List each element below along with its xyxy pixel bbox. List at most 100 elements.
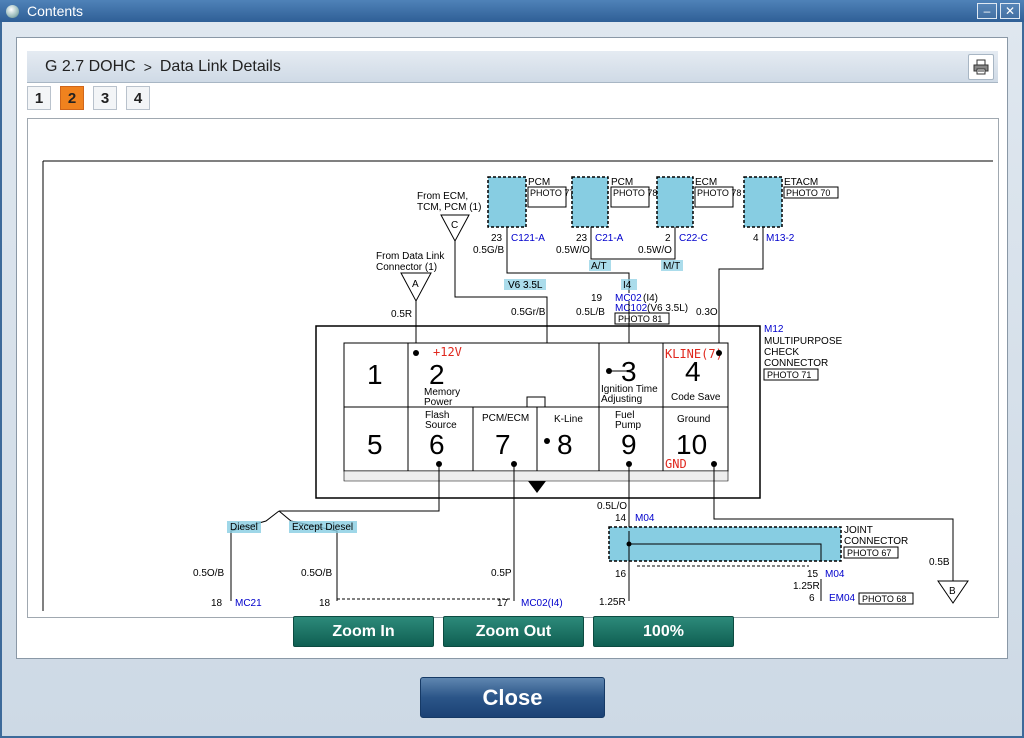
pin-9: 9: [621, 429, 637, 460]
wire-label: 0.5W/O: [556, 245, 590, 256]
print-button[interactable]: [968, 54, 994, 80]
wire-05ob-a: 0.5O/B: [193, 568, 224, 579]
from-dlc-wire: 0.5R: [391, 309, 412, 320]
pin-8-label-1: K-Line: [554, 414, 583, 425]
from-ecm-text-2: TCM, PCM (1): [417, 202, 481, 213]
from-dlc-letter: A: [412, 279, 419, 290]
tag-at: A/T: [591, 261, 607, 272]
page-tab-2[interactable]: 2: [60, 86, 84, 110]
window-close-button[interactable]: ✕: [1000, 3, 1020, 19]
tag-mt: M/T: [663, 261, 680, 272]
from-dlc-text-2: Connector (1): [376, 262, 437, 273]
annotation-12v: +12V: [433, 345, 462, 359]
zoom-in-button[interactable]: Zoom In: [293, 616, 434, 647]
breadcrumb-separator: >: [143, 58, 152, 75]
page-tab-3[interactable]: 3: [93, 86, 117, 110]
breadcrumb-engine: G 2.7 DOHC: [45, 57, 136, 75]
minimize-button[interactable]: –: [977, 3, 997, 19]
wire-05ob-b: 0.5O/B: [301, 568, 332, 579]
app-icon: [6, 4, 19, 18]
annotation-kline: KLINE(7): [665, 347, 723, 361]
pin-number: 2: [665, 233, 671, 244]
pin-5: 5: [367, 429, 383, 460]
window-titlebar: Contents – ✕: [0, 0, 1024, 22]
pin-10: 10: [676, 429, 707, 460]
pin-7-label-1: PCM/ECM: [482, 413, 529, 424]
module-label: PCM: [528, 177, 550, 188]
from-dlc-text-1: From Data Link: [376, 251, 445, 262]
em04: EM04: [829, 593, 856, 604]
mc-wire: 0.5L/B: [576, 307, 605, 318]
pin-18-a: 18: [211, 598, 223, 609]
mc-code-2: MC102: [615, 303, 648, 314]
connector-code: C21-A: [595, 233, 624, 244]
connector-code: M13-2: [766, 233, 795, 244]
m12-line-1: MULTIPURPOSE: [764, 336, 842, 347]
joint-line-1: JOINT: [844, 525, 873, 536]
m12-photo: PHOTO 71: [767, 370, 811, 380]
from-ecm-letter: C: [451, 220, 458, 231]
wire-125r-b: 1.25R: [793, 581, 820, 592]
zoom-out-button[interactable]: Zoom Out: [443, 616, 584, 647]
pin-4-label-1: Code Save: [671, 392, 721, 403]
breadcrumb-section: Data Link Details: [159, 57, 281, 75]
pin-number: 23: [576, 233, 588, 244]
page-tab-1[interactable]: 1: [27, 86, 51, 110]
wire-label: 0.5G/B: [473, 245, 504, 256]
zoom-controls: Zoom In Zoom Out 100%: [293, 616, 734, 647]
photo-label: PHOTO 70: [786, 188, 830, 198]
from-ecm-text-1: From ECM,: [417, 191, 468, 202]
pin-3-label-2: Adjusting: [601, 394, 642, 405]
close-button[interactable]: Close: [420, 677, 605, 718]
module-label: ECM: [695, 177, 717, 188]
wire-label: 0.3O: [696, 307, 718, 318]
pin-7: 7: [495, 429, 511, 460]
window-title: Contents: [27, 3, 84, 19]
letter-b: B: [949, 586, 956, 597]
tag-except-diesel: Except Diesel: [292, 522, 353, 533]
window-controls: – ✕: [977, 3, 1020, 19]
tag-diesel: Diesel: [230, 522, 258, 533]
printer-icon: [973, 59, 989, 75]
photo-label: PHOTO 78: [613, 188, 657, 198]
pin-number: 23: [491, 233, 503, 244]
em04-photo: PHOTO 68: [862, 594, 906, 604]
wire-label: 0.5W/O: [638, 245, 672, 256]
module-label: PCM: [611, 177, 633, 188]
mc-pin: 19: [591, 293, 603, 304]
tag-v6-text: V6 3.5L: [508, 280, 543, 291]
annotation-gnd: GND: [665, 457, 687, 471]
pin-16: 16: [615, 569, 627, 580]
photo-label: PHOTO 77: [530, 188, 574, 198]
pin-1: 1: [367, 359, 383, 390]
pin-2: 2: [429, 359, 445, 390]
connector-code: C22-C: [679, 233, 708, 244]
from-ecm-wire: 0.5Gr/B: [511, 307, 546, 318]
wire-05lo: 0.5L/O: [597, 501, 627, 512]
pin-14: 14: [615, 513, 627, 524]
wire-05b: 0.5B: [929, 557, 950, 568]
joint-line-2: CONNECTOR: [844, 536, 908, 547]
pin-15: 15: [807, 569, 819, 580]
m04-a: M04: [635, 513, 655, 524]
photo-label: PHOTO 78: [697, 188, 741, 198]
wiring-diagram: PCM PHOTO 77 23 C121-A 0.5G/B PCM PHOTO …: [42, 160, 993, 611]
mc-photo: PHOTO 81: [618, 314, 662, 324]
page-tabs: 1 2 3 4: [27, 86, 150, 110]
tag-i4: I4: [623, 280, 632, 291]
pin-18-b: 18: [319, 598, 331, 609]
wiring-diagram-viewport[interactable]: PCM PHOTO 77 23 C121-A 0.5G/B PCM PHOTO …: [27, 118, 999, 618]
pin-17: 17: [497, 598, 509, 609]
pin-8: 8: [557, 429, 573, 460]
pin-10-label-1: Ground: [677, 414, 710, 425]
pin-9-label-2: Pump: [615, 420, 642, 431]
module-label: ETACM: [784, 177, 818, 188]
m04-b: M04: [825, 569, 845, 580]
m12-line-2: CHECK: [764, 347, 799, 358]
zoom-reset-button[interactable]: 100%: [593, 616, 734, 647]
connector-code: C121-A: [511, 233, 545, 244]
page-tab-4[interactable]: 4: [126, 86, 150, 110]
mc-suffix-2: (V6 3.5L): [647, 303, 688, 314]
m12-code: M12: [764, 324, 784, 335]
pin-6-em04: 6: [809, 593, 815, 604]
